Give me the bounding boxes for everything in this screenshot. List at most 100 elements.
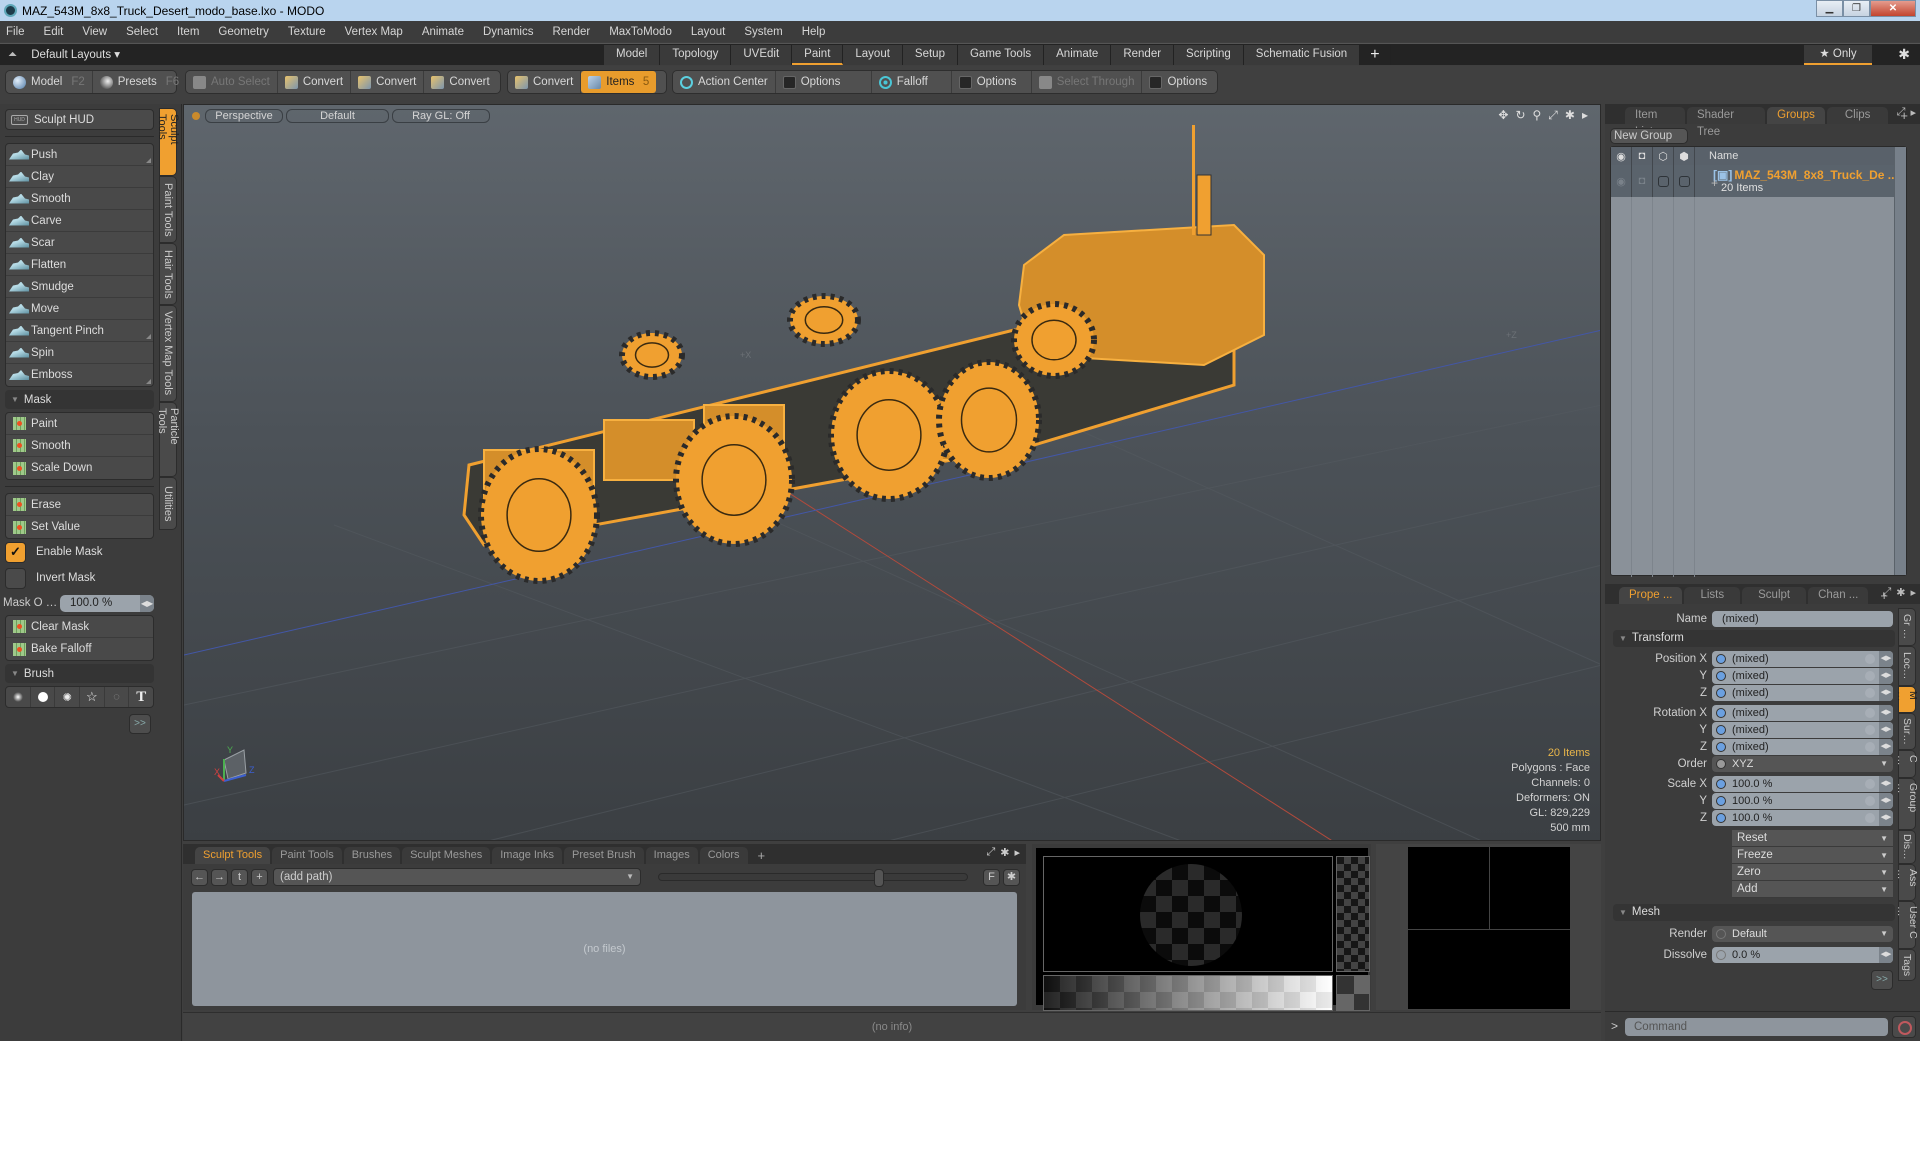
layout-tab-animate[interactable]: Animate [1044, 45, 1112, 65]
slider-arrows-icon[interactable]: ◀▶ [1879, 792, 1893, 809]
zoom-icon[interactable]: ⚲ [1533, 108, 1542, 123]
reset-dropdown[interactable]: Reset ▼ [1732, 830, 1893, 847]
clear-mask-button[interactable]: Clear Mask [6, 616, 153, 638]
keyframe-dot-icon[interactable] [1716, 928, 1726, 939]
menu-animate[interactable]: Animate [422, 26, 464, 38]
path-dropdown[interactable]: (add path) ▼ [273, 868, 641, 886]
menu-texture[interactable]: Texture [288, 26, 326, 38]
tool-tangent-pinch[interactable]: Tangent Pinch [6, 320, 153, 342]
position-x-field[interactable]: (mixed) ◀▶ [1712, 650, 1893, 667]
action-center-button[interactable]: Action Center [673, 71, 776, 93]
tool-spin[interactable]: Spin [6, 342, 153, 364]
default-layouts-dropdown[interactable]: ⏶ Default Layouts ▾ [8, 47, 120, 62]
vtab-tags[interactable]: Tags [1898, 949, 1916, 981]
keyframe-dot-icon[interactable] [1716, 795, 1726, 806]
tab-clips[interactable]: Clips [1826, 107, 1889, 124]
mask-tool-paint[interactable]: Paint [6, 413, 153, 435]
visibility-eye-icon[interactable]: ◉ [1611, 147, 1632, 165]
add-dropdown[interactable]: Add ▼ [1732, 881, 1893, 898]
more-button[interactable]: >> [129, 714, 151, 734]
convert-materials-button[interactable]: Convert [508, 71, 582, 93]
expand-arrow-icon[interactable]: ▸ [1910, 106, 1916, 119]
vtab-paint-tools[interactable]: Paint Tools [159, 176, 177, 243]
procedural-brush-icon[interactable]: ◌ [105, 687, 130, 707]
maximize-icon[interactable]: ⤢ [1897, 106, 1906, 119]
thumbnail-size-slider[interactable] [658, 869, 968, 887]
menu-render[interactable]: Render [552, 26, 590, 38]
slider-arrows-icon[interactable]: ◀▶ [140, 594, 154, 612]
tab-shader-tree[interactable]: Shader Tree [1686, 107, 1766, 138]
vtab-user-channels[interactable]: User C … [1895, 901, 1919, 949]
mini-viewport[interactable] [1408, 847, 1570, 1009]
keyframe-dot-icon[interactable] [1716, 812, 1726, 823]
view-type-dropdown[interactable]: Perspective [205, 109, 283, 123]
model-mode-button[interactable]: Model F2 [6, 71, 93, 93]
tool-clay[interactable]: Clay [6, 166, 153, 188]
select-through-button[interactable]: Select Through [1032, 71, 1143, 93]
mask-tool-set-value[interactable]: Set Value [6, 516, 153, 538]
slider-arrows-icon[interactable]: ◀▶ [1879, 667, 1893, 684]
enable-mask-checkbox[interactable]: ✓ [5, 541, 26, 563]
tab-sculpt-meshes[interactable]: Sculpt Meshes [402, 847, 491, 864]
convert-vertices-button[interactable]: Convert [278, 71, 352, 93]
rotation-x-field[interactable]: (mixed) ◀▶ [1712, 704, 1893, 721]
keyframe-dot-icon[interactable] [1716, 707, 1726, 718]
browser-settings-gear-icon[interactable]: ✱ [1003, 868, 1020, 886]
slider-knob[interactable] [874, 869, 884, 887]
mask-section-header[interactable]: ▼ Mask [5, 390, 154, 409]
slider-arrows-icon[interactable]: ◀▶ [1879, 684, 1893, 701]
keyframe-dot-icon[interactable] [1716, 653, 1726, 664]
layout-tab-paint[interactable]: Paint [792, 45, 844, 65]
slider-arrows-icon[interactable]: ◀▶ [1879, 650, 1893, 667]
order-dropdown[interactable]: XYZ ▼ [1712, 755, 1893, 772]
groups-scrollbar[interactable] [1894, 147, 1906, 575]
vtab-locator[interactable]: Loc… [1898, 646, 1916, 686]
viewport-settings-gear-icon[interactable]: ✱ [1565, 108, 1575, 123]
tool-scar[interactable]: Scar [6, 232, 153, 254]
layout-tab-schematic-fusion[interactable]: Schematic Fusion [1243, 45, 1361, 65]
tab-paint-tools[interactable]: Paint Tools [272, 847, 342, 864]
vtab-surface[interactable]: Sur… [1898, 713, 1916, 750]
record-macro-icon[interactable] [1892, 1016, 1916, 1038]
slider-arrows-icon[interactable]: ◀▶ [1879, 809, 1893, 826]
tool-push[interactable]: Push [6, 144, 153, 166]
vtab-hair-tools[interactable]: Hair Tools [159, 243, 177, 305]
slider-arrows-icon[interactable]: ◀▶ [1879, 738, 1893, 755]
scale-x-field[interactable]: 100.0 % ◀▶ [1712, 775, 1893, 792]
menu-vertex-map[interactable]: Vertex Map [345, 26, 403, 38]
expand-arrow-icon[interactable]: ▸ [1910, 586, 1916, 599]
select-cube-icon[interactable]: ⬢ [1674, 147, 1695, 165]
tab-images[interactable]: Images [645, 847, 698, 864]
render-dropdown[interactable]: Default ▼ [1712, 925, 1893, 942]
menu-layout[interactable]: Layout [691, 26, 726, 38]
keyframe-dot-icon[interactable] [1716, 670, 1726, 681]
mask-tool-scale-down[interactable]: Scale Down [6, 457, 153, 479]
vtab-display[interactable]: Dis… [1898, 830, 1916, 864]
menu-geometry[interactable]: Geometry [218, 26, 269, 38]
tool-move[interactable]: Move [6, 298, 153, 320]
maximize-icon[interactable]: ⤢ [1882, 586, 1891, 599]
tab-lists[interactable]: Lists [1684, 587, 1741, 604]
tool-smudge[interactable]: Smudge [6, 276, 153, 298]
3d-viewport[interactable]: Y X Z +X +Z Perspective Default Ray GL: … [183, 104, 1601, 841]
tool-carve[interactable]: Carve [6, 210, 153, 232]
layout-tab-game-tools[interactable]: Game Tools [957, 45, 1045, 65]
position-y-field[interactable]: (mixed) ◀▶ [1712, 667, 1893, 684]
lock-cube-icon[interactable]: ⬡ [1653, 147, 1674, 165]
vtab-group-2[interactable]: Group … [1895, 778, 1919, 830]
vtab-group[interactable]: Gr … [1898, 608, 1916, 646]
slider-arrows-icon[interactable]: ◀▶ [1879, 946, 1893, 963]
vtab-c[interactable]: C … [1895, 750, 1919, 778]
menu-edit[interactable]: Edit [44, 26, 64, 38]
menu-select[interactable]: Select [126, 26, 158, 38]
layout-tab-scripting[interactable]: Scripting [1174, 45, 1244, 65]
tab-preset-brush[interactable]: Preset Brush [564, 847, 644, 864]
keyframe-dot-icon[interactable] [1716, 758, 1726, 769]
expand-arrow-icon[interactable]: ▸ [1582, 108, 1588, 123]
maximize-icon[interactable]: ⤢ [986, 846, 995, 859]
tab-sculpt-tools[interactable]: Sculpt Tools [195, 847, 271, 864]
invert-mask-checkbox[interactable] [5, 567, 26, 589]
more-button[interactable]: >> [1871, 970, 1893, 990]
position-z-field[interactable]: (mixed) ◀▶ [1712, 684, 1893, 701]
convert-polygons-button[interactable]: Convert [424, 71, 496, 93]
